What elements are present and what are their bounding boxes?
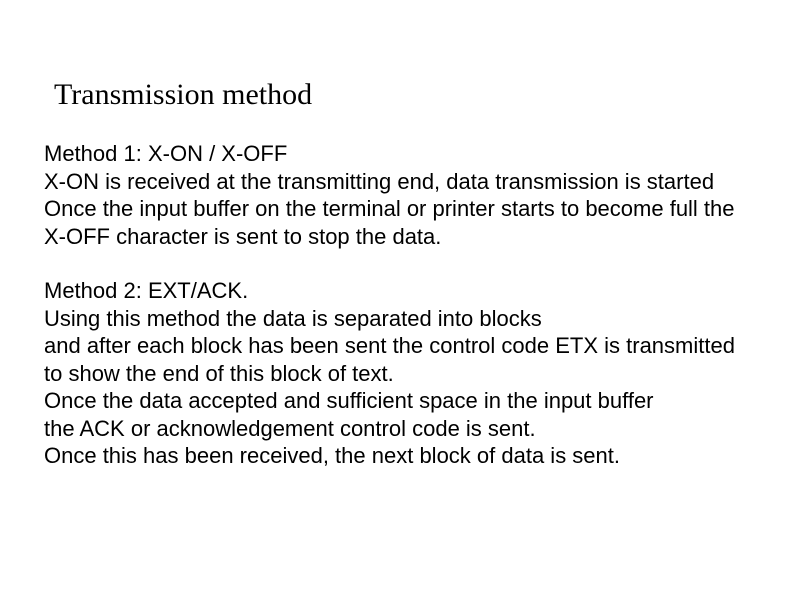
method2-line2: and after each block has been sent the c…: [44, 332, 750, 360]
method1-line1: X-ON is received at the transmitting end…: [44, 168, 750, 196]
method2-line6: Once this has been received, the next bl…: [44, 442, 750, 470]
method1-line2: Once the input buffer on the terminal or…: [44, 195, 750, 250]
method2-line1: Using this method the data is separated …: [44, 305, 750, 333]
slide: Transmission method Method 1: X-ON / X-O…: [0, 0, 794, 595]
method2-line3: to show the end of this block of text.: [44, 360, 750, 388]
method2-line4: Once the data accepted and sufficient sp…: [44, 387, 750, 415]
method2-line5: the ACK or acknowledgement control code …: [44, 415, 750, 443]
method1-heading: Method 1: X-ON / X-OFF: [44, 140, 750, 168]
paragraph-gap: [44, 250, 750, 277]
method2-heading: Method 2: EXT/ACK.: [44, 277, 750, 305]
slide-title: Transmission method: [54, 78, 312, 112]
slide-body: Method 1: X-ON / X-OFF X-ON is received …: [44, 140, 750, 470]
